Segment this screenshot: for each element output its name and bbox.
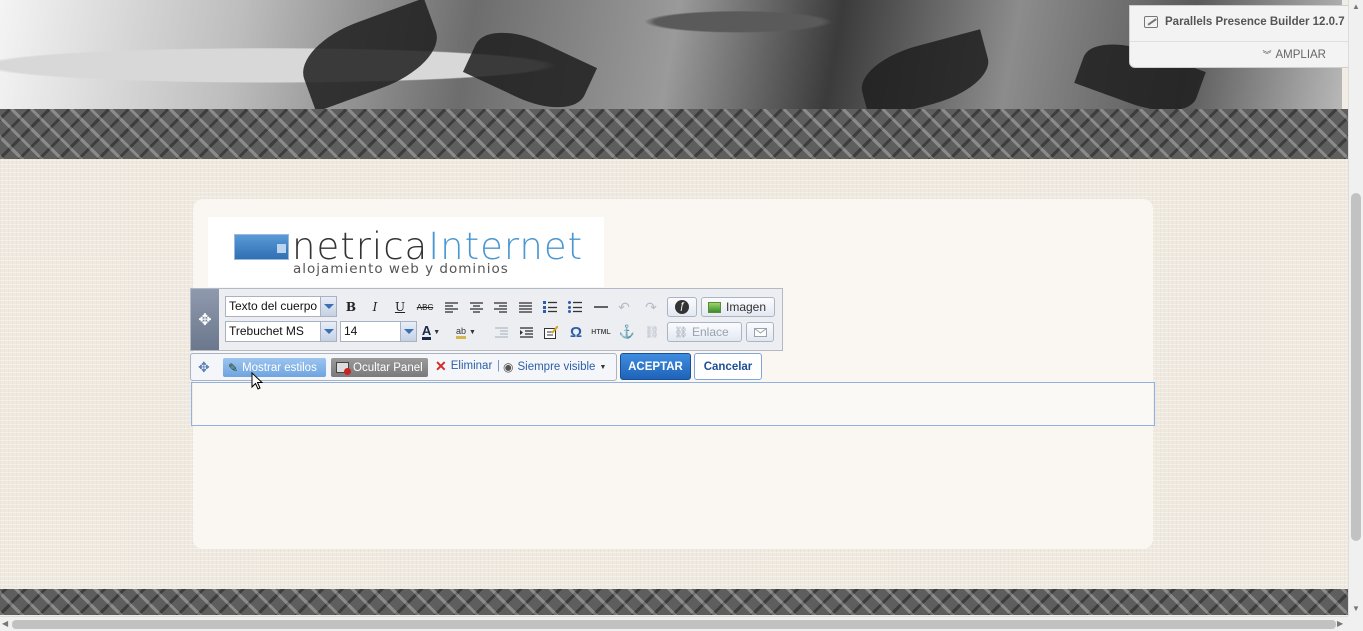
- align-center-icon[interactable]: [466, 297, 486, 317]
- presence-builder-panel: Parallels Presence Builder 12.0.7 ︾ AMPL…: [1129, 5, 1353, 68]
- scroll-up-arrow-icon[interactable]: ▲: [1352, 2, 1360, 11]
- expand-label: AMPLIAR: [1275, 48, 1327, 61]
- hide-panel-label: Ocultar Panel: [353, 361, 423, 374]
- presence-builder-logo-icon: [1144, 16, 1158, 28]
- edit-table-icon[interactable]: [541, 322, 561, 342]
- link-button-label: Enlace: [691, 325, 729, 339]
- chevron-down-icon[interactable]: [400, 322, 416, 341]
- paragraph-style-value: Texto del cuerpo: [229, 299, 318, 313]
- horizontal-rule-icon[interactable]: [591, 297, 611, 317]
- align-left-icon[interactable]: [441, 297, 461, 317]
- show-styles-button[interactable]: ✎ Mostrar estilos: [223, 358, 326, 377]
- font-size-value: 14: [344, 324, 358, 338]
- cancel-button[interactable]: Cancelar: [694, 353, 762, 380]
- editable-text-area[interactable]: [191, 382, 1155, 426]
- panel-title-text: Parallels Presence Builder 12.0.7: [1165, 16, 1345, 28]
- scroll-left-arrow-icon[interactable]: ◀: [2, 619, 8, 628]
- email-icon: [753, 327, 767, 337]
- hide-panel-button[interactable]: Ocultar Panel: [331, 358, 428, 377]
- link-icon: ⛓: [674, 326, 688, 339]
- delete-x-icon: ✕: [435, 358, 447, 374]
- panel-divider: [1130, 41, 1352, 42]
- unlink-icon[interactable]: ⛓: [642, 322, 662, 342]
- font-family-select[interactable]: Trebuchet MS: [225, 321, 337, 342]
- mouse-cursor-icon: [251, 372, 263, 390]
- chevron-down-icon[interactable]: [320, 322, 336, 341]
- horizontal-scroll-thumb[interactable]: [12, 620, 1336, 629]
- scroll-down-arrow-icon[interactable]: ▼: [1352, 604, 1360, 613]
- basil-leaf: [854, 29, 996, 121]
- scrollbar-corner: [1348, 616, 1363, 631]
- delete-label: Eliminar: [450, 360, 493, 372]
- font-family-value: Trebuchet MS: [229, 324, 304, 338]
- email-button[interactable]: [746, 322, 774, 342]
- move-icon[interactable]: ✥: [198, 359, 210, 376]
- numbered-list-icon[interactable]: [540, 297, 560, 317]
- separator: |: [497, 360, 500, 372]
- horizontal-scrollbar[interactable]: ◀ ▶: [0, 616, 1348, 631]
- hide-panel-icon: [336, 362, 351, 375]
- visibility-label: Siempre visible: [517, 361, 596, 373]
- basil-leaf: [462, 17, 598, 123]
- delete-button[interactable]: ✕ Eliminar: [435, 358, 493, 374]
- flash-icon: ƒ: [675, 300, 689, 314]
- metal-plate-band-top: [0, 109, 1348, 159]
- site-logo[interactable]: netricaInternet alojamiento web y domini…: [208, 217, 604, 287]
- font-color-icon[interactable]: A ▼: [421, 322, 441, 342]
- eye-icon: ◉: [503, 360, 514, 374]
- visibility-dropdown[interactable]: ◉ Siempre visible ▼: [503, 360, 606, 374]
- bulleted-list-icon[interactable]: [565, 297, 585, 317]
- image-icon: [708, 301, 721, 313]
- scroll-right-arrow-icon[interactable]: ▶: [1337, 619, 1343, 628]
- double-chevron-down-icon: ︾: [1262, 50, 1272, 60]
- highlight-color-icon[interactable]: ab ▼: [456, 322, 476, 342]
- indent-icon[interactable]: [516, 322, 536, 342]
- accept-button[interactable]: ACEPTAR: [620, 353, 691, 380]
- align-right-icon[interactable]: [490, 297, 510, 317]
- anchor-icon[interactable]: ⚓: [617, 322, 637, 342]
- panel-title: Parallels Presence Builder 12.0.7: [1144, 16, 1345, 28]
- logo-mark-icon: [234, 234, 289, 260]
- strikethrough-icon[interactable]: ABC: [415, 297, 435, 317]
- flash-button[interactable]: ƒ: [667, 297, 697, 317]
- brush-icon: ✎: [228, 360, 239, 375]
- bold-icon[interactable]: B: [341, 297, 361, 317]
- metal-plate-band-bottom: [0, 589, 1348, 615]
- italic-icon[interactable]: I: [365, 297, 385, 317]
- expand-button[interactable]: ︾ AMPLIAR: [1262, 48, 1326, 61]
- html-icon[interactable]: HTML: [591, 322, 611, 342]
- font-size-select[interactable]: 14: [340, 321, 417, 342]
- omega-icon[interactable]: Ω: [566, 322, 586, 342]
- drag-handle-icon[interactable]: ✥: [191, 289, 219, 350]
- outdent-icon[interactable]: [491, 322, 511, 342]
- insert-image-button[interactable]: Imagen: [701, 297, 775, 317]
- image-button-label: Imagen: [726, 300, 767, 314]
- logo-tagline: alojamiento web y dominios: [293, 261, 509, 277]
- justify-icon[interactable]: [515, 297, 535, 317]
- underline-icon[interactable]: U: [390, 297, 410, 317]
- vertical-scroll-thumb[interactable]: [1351, 193, 1361, 541]
- basil-leaf: [292, 0, 448, 112]
- caret-down-icon: ▼: [599, 363, 607, 371]
- paragraph-style-select[interactable]: Texto del cuerpo: [225, 296, 337, 317]
- undo-icon[interactable]: ↶: [614, 297, 634, 317]
- vertical-scrollbar[interactable]: ▲ ▼: [1348, 0, 1363, 616]
- chevron-down-icon[interactable]: [320, 297, 336, 316]
- text-editor-toolbar: ✥ Texto del cuerpo Trebuchet MS 14 B I U…: [190, 288, 783, 351]
- insert-link-button[interactable]: ⛓ Enlace: [667, 322, 742, 342]
- redo-icon[interactable]: ↷: [641, 297, 661, 317]
